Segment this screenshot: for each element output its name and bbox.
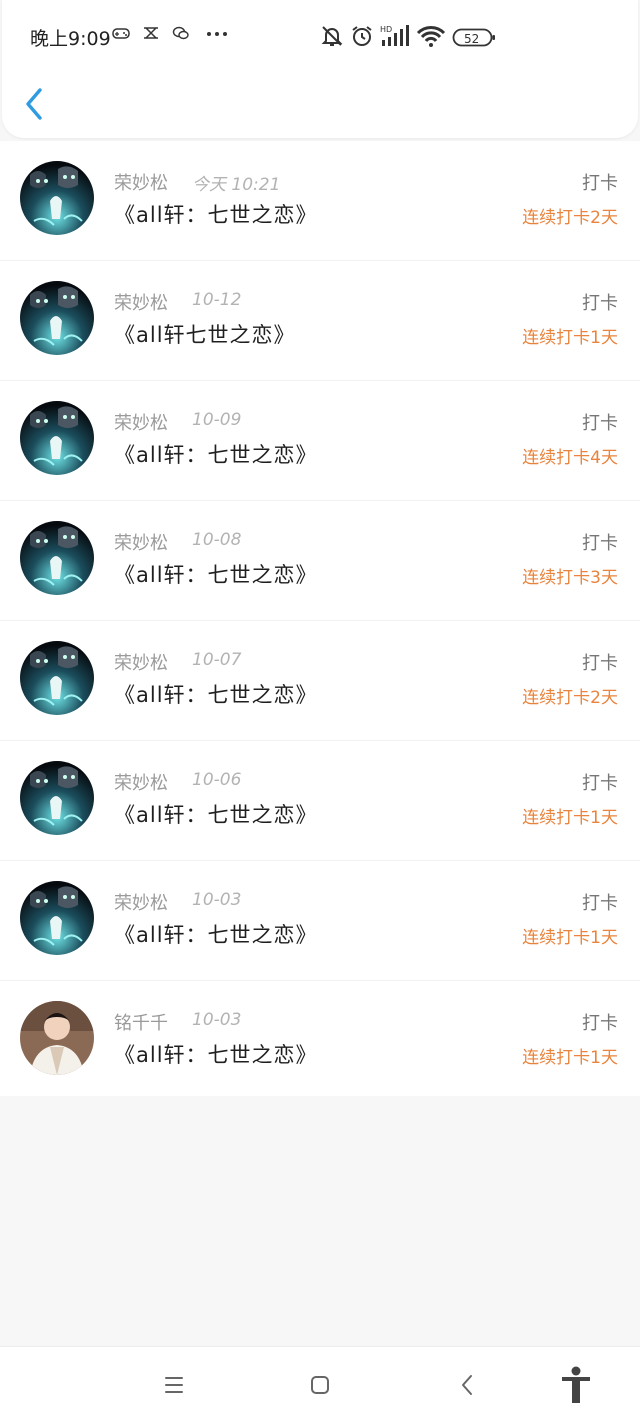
status-bar: 晚上9:09 HD 52 [0,0,640,76]
list-item[interactable]: 荣妙松 10-07 《all轩：七世之恋》 打卡 连续打卡2天 [0,621,640,741]
record-date: 10-09 [192,410,242,430]
book-title: 《all轩：七世之恋》 [114,1043,318,1067]
avatar[interactable] [20,401,94,475]
user-name: 荣妙松 [114,893,168,914]
signal-icon: HD [380,24,410,53]
list-item[interactable]: 荣妙松 今天 10:21 《all轩：七世之恋》 打卡 连续打卡2天 [0,141,640,261]
avatar[interactable] [20,1001,94,1075]
system-navigation-bar [0,1346,640,1423]
user-name: 荣妙松 [114,413,168,434]
alarm-icon [350,24,374,53]
system-back-button[interactable] [452,1369,484,1401]
user-name: 荣妙松 [114,173,168,194]
record-date: 今天 10:21 [192,175,281,195]
list-item[interactable]: 荣妙松 10-12 《all轩七世之恋》 打卡 连续打卡1天 [0,261,640,381]
status-time: 晚上9:09 [30,28,111,50]
accessibility-icon [562,1366,590,1403]
record-date: 10-12 [192,290,242,310]
list-item[interactable]: 荣妙松 10-06 《all轩：七世之恋》 打卡 连续打卡1天 [0,741,640,861]
record-action: 打卡 [582,173,618,194]
chat-notification-icon [172,24,190,47]
app-notification-icon [142,24,160,47]
game-icon [112,24,130,47]
record-date: 10-07 [192,650,242,670]
book-title: 《all轩：七世之恋》 [114,563,318,587]
avatar[interactable] [20,761,94,835]
record-action: 打卡 [582,413,618,434]
list-item[interactable]: 荣妙松 10-09 《all轩：七世之恋》 打卡 连续打卡4天 [0,381,640,501]
streak-label: 连续打卡1天 [522,328,618,348]
avatar[interactable] [20,281,94,355]
book-title: 《all轩：七世之恋》 [114,683,318,707]
avatar[interactable] [20,521,94,595]
streak-label: 连续打卡1天 [522,928,618,948]
back-triangle-icon [462,1375,472,1395]
book-title: 《all轩：七世之恋》 [114,443,318,467]
svg-text:HD: HD [380,25,392,34]
streak-label: 连续打卡3天 [522,568,618,588]
mute-bell-icon [320,24,344,53]
book-title: 《all轩七世之恋》 [114,323,296,347]
record-action: 打卡 [582,773,618,794]
book-title: 《all轩：七世之恋》 [114,803,318,827]
record-action: 打卡 [582,893,618,914]
record-action: 打卡 [582,1013,618,1034]
list-item[interactable]: 荣妙松 10-08 《all轩：七世之恋》 打卡 连续打卡3天 [0,501,640,621]
avatar[interactable] [20,161,94,235]
record-date: 10-06 [192,770,242,790]
record-action: 打卡 [582,533,618,554]
record-date: 10-03 [192,890,242,910]
book-title: 《all轩：七世之恋》 [114,923,318,947]
record-action: 打卡 [582,293,618,314]
book-title: 《all轩：七世之恋》 [114,203,318,227]
streak-label: 连续打卡1天 [522,1048,618,1068]
streak-label: 连续打卡2天 [522,208,618,228]
home-button[interactable] [304,1369,336,1401]
user-name: 铭千千 [114,1013,168,1034]
menu-button[interactable] [158,1369,190,1401]
avatar[interactable] [20,881,94,955]
menu-icon [165,1377,183,1393]
wifi-icon [416,24,446,53]
streak-label: 连续打卡4天 [522,448,618,468]
checkin-record-list: 荣妙松 今天 10:21 《all轩：七世之恋》 打卡 连续打卡2天 荣妙松 1… [0,141,640,1096]
user-name: 荣妙松 [114,533,168,554]
list-item[interactable]: 铭千千 10-03 《all轩：七世之恋》 打卡 连续打卡1天 [0,981,640,1096]
more-notifications-icon [205,24,231,47]
accessibility-button[interactable] [558,1365,594,1405]
record-date: 10-08 [192,530,242,550]
record-date: 10-03 [192,1010,242,1030]
avatar[interactable] [20,641,94,715]
chevron-left-icon [26,88,42,120]
user-name: 荣妙松 [114,653,168,674]
list-item[interactable]: 荣妙松 10-03 《all轩：七世之恋》 打卡 连续打卡1天 [0,861,640,981]
user-name: 荣妙松 [114,773,168,794]
record-action: 打卡 [582,653,618,674]
user-name: 荣妙松 [114,293,168,314]
back-button[interactable] [20,84,52,124]
battery-level: 52 [464,32,480,46]
streak-label: 连续打卡2天 [522,688,618,708]
streak-label: 连续打卡1天 [522,808,618,828]
home-square-icon [311,1376,329,1394]
